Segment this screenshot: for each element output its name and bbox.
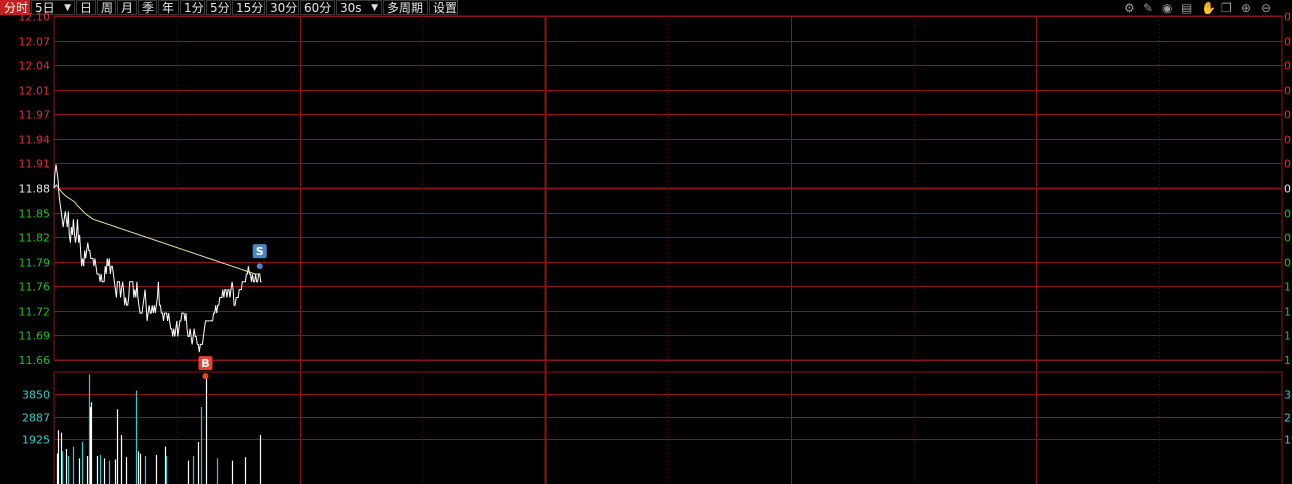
volume-axis-tick: 2887: [22, 412, 50, 425]
price-axis-tick: 12.01: [19, 85, 51, 98]
marker-label: S: [256, 245, 264, 258]
price-axis-tick: 11.91: [19, 158, 51, 171]
sell-marker: S: [252, 244, 267, 270]
price-axis-tick: 11.97: [19, 109, 51, 122]
volume-axis-tick: 1925: [22, 434, 50, 447]
pct-axis-tick: 0.: [1284, 11, 1292, 24]
pct-axis-tick: 0.: [1284, 60, 1292, 73]
pct-axis-tick: 0.: [1284, 85, 1292, 98]
price-axis-tick: 12.04: [19, 60, 51, 73]
average-price-line: [53, 184, 260, 275]
price-axis-tick: 11.79: [19, 257, 51, 270]
price-axis-tick: 11.88: [19, 183, 51, 196]
pct-axis-tick: 0.: [1284, 183, 1292, 196]
stock-intraday-chart: 12.10 0. 12.07 0. 12.04 0. 12.01 0. 11.97 0. 11.94…: [19, 11, 1292, 484]
buy-marker: B: [198, 356, 213, 380]
pct-axis-tick: 0.: [1284, 232, 1292, 245]
marker-dot: [202, 373, 209, 380]
price-axis-tick: 12.07: [19, 36, 51, 49]
volume-axis-tick: 3850: [22, 389, 50, 402]
marker-dot: [256, 263, 263, 270]
pct-axis-tick: 1.: [1284, 330, 1292, 343]
price-axis-tick: 12.10: [19, 11, 51, 24]
pct-axis-tick: 0.: [1284, 134, 1292, 147]
price-line: [53, 164, 262, 353]
volume-axis-tick-right: 38: [1284, 389, 1292, 402]
price-axis-tick: 11.66: [19, 354, 51, 367]
pct-axis-tick: 0.: [1284, 36, 1292, 49]
pct-axis-tick: 1.: [1284, 281, 1292, 294]
pct-axis-tick: 1.: [1284, 354, 1292, 367]
price-axis-tick: 11.94: [19, 134, 51, 147]
price-axis-tick: 11.76: [19, 281, 51, 294]
price-axis-tick: 11.72: [19, 306, 51, 319]
pct-axis-tick: 0.: [1284, 208, 1292, 221]
price-axis-tick: 11.82: [19, 232, 51, 245]
price-axis-tick: 11.69: [19, 330, 51, 343]
pct-axis-tick: 0.: [1284, 257, 1292, 270]
pct-axis-tick: 0.: [1284, 158, 1292, 171]
pct-axis-tick: 1.: [1284, 306, 1292, 319]
volume-axis-tick-right: 28: [1284, 412, 1292, 425]
marker-label: B: [201, 357, 209, 370]
volume-axis-tick-right: 19: [1284, 434, 1292, 447]
pct-axis-tick: 0.: [1284, 109, 1292, 122]
price-axis-tick: 11.85: [19, 208, 51, 221]
